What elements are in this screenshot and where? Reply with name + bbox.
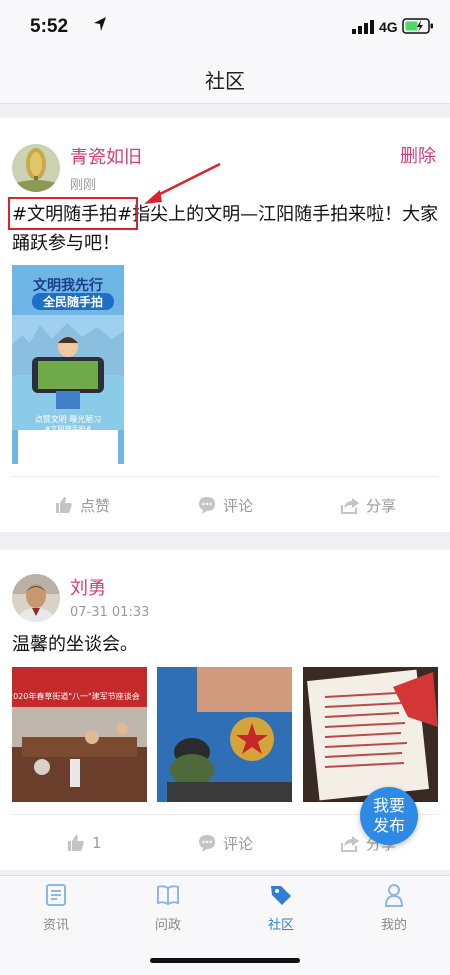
tab-news[interactable]: 资讯: [16, 882, 96, 933]
page-title: 社区: [205, 69, 245, 93]
news-icon: [46, 884, 66, 906]
username[interactable]: 青瓷如旧: [70, 143, 142, 169]
tab-label: 我的: [380, 918, 407, 933]
comment-button[interactable]: 评论: [197, 815, 253, 871]
post-image[interactable]: [303, 667, 438, 802]
tab-label: 问政: [154, 918, 181, 933]
network-type: 4G: [379, 19, 398, 35]
book-icon: [157, 885, 179, 906]
banner-text: 2020年春草街道"八一"建军节座谈会: [12, 692, 140, 701]
person-icon: [384, 884, 404, 907]
share-icon: [341, 836, 359, 852]
battery-icon: [402, 18, 433, 34]
share-button[interactable]: 分享: [340, 477, 396, 533]
comment-label: 评论: [223, 496, 254, 515]
tag-icon: [271, 886, 291, 905]
location-arrow-icon: [94, 17, 106, 31]
signal-icon: [352, 20, 374, 34]
avatar[interactable]: [12, 574, 60, 622]
like-button[interactable]: 1: [66, 815, 102, 871]
like-label: 点赞: [80, 496, 111, 515]
status-bar: 5:52 4G: [0, 0, 450, 52]
thumbs-up-icon: [68, 835, 84, 851]
post-image[interactable]: 文明我先行 全民随手拍 点赞文明 曝光陋习 #文明随手拍#: [12, 265, 124, 464]
share-icon: [341, 498, 359, 514]
annotation-arrow-icon: [144, 162, 221, 204]
timestamp: 07-31 01:33: [70, 605, 150, 620]
like-count: 1: [92, 834, 102, 852]
username[interactable]: 刘勇: [70, 574, 106, 600]
poster-headline-1: 文明我先行: [33, 278, 103, 294]
avatar[interactable]: [12, 144, 60, 192]
poster-caption-2: #文明随手拍#: [44, 425, 92, 433]
tab-community[interactable]: 社区: [241, 882, 321, 933]
action-bar: 点赞 评论 分享: [12, 476, 438, 532]
tab-inquiry[interactable]: 问政: [128, 882, 208, 933]
timestamp: 刚刚: [70, 178, 97, 193]
share-label: 分享: [366, 496, 397, 515]
delete-button[interactable]: 删除: [400, 142, 436, 168]
annotation-highlight-box: [8, 197, 138, 230]
comment-label: 评论: [223, 834, 254, 853]
like-button[interactable]: 点赞: [54, 477, 110, 533]
post-image[interactable]: [157, 667, 292, 802]
tab-label: 资讯: [42, 918, 69, 933]
comment-button[interactable]: 评论: [197, 477, 253, 533]
comment-icon: [199, 497, 215, 514]
comment-icon: [199, 835, 215, 852]
tab-mine[interactable]: 我的: [354, 882, 434, 933]
publish-button[interactable]: 我要 发布: [360, 787, 418, 845]
post-image[interactable]: 2020年春草街道"八一"建军节座谈会: [12, 667, 147, 802]
poster-headline-2: 全民随手拍: [32, 293, 114, 310]
post-card: 青瓷如旧 刚刚 删除 #文明随手拍#指尖上的文明—江阳随手拍来啦！大家踊跃参与吧…: [0, 118, 450, 532]
nav-bar: 社区: [0, 52, 450, 104]
thumbs-up-icon: [56, 497, 72, 513]
home-indicator: [150, 958, 300, 963]
tab-label: 社区: [267, 918, 294, 933]
post-text: 温馨的坐谈会。: [12, 634, 138, 655]
status-time: 5:52: [30, 16, 69, 37]
